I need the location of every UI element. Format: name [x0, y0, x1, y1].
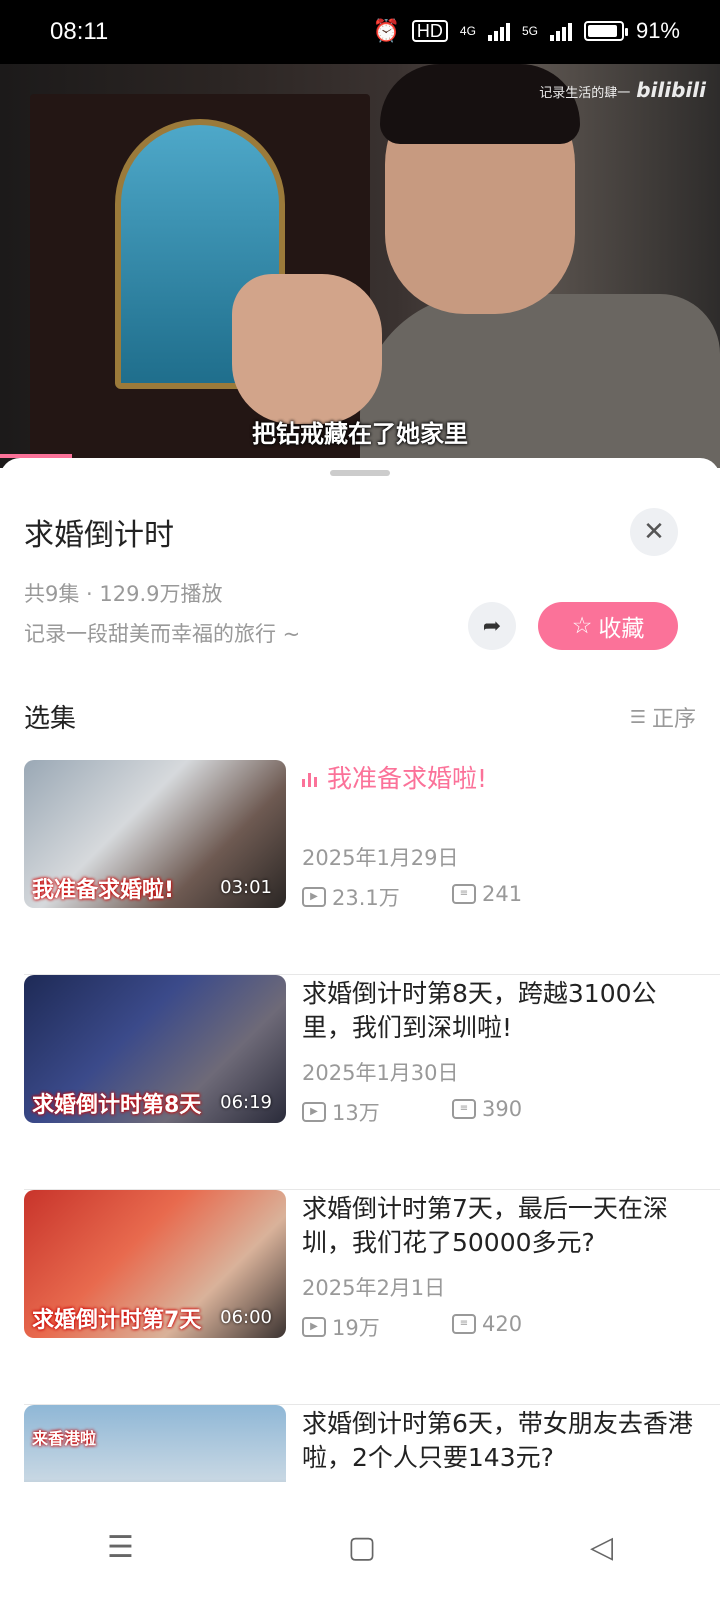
episode-title: 我准备求婚啦! [302, 762, 697, 796]
favorite-button[interactable]: ☆ 收藏 [538, 602, 678, 650]
battery-icon [583, 21, 628, 41]
play-count-icon: ▶ [302, 887, 326, 907]
sort-order-label: 正序 [651, 707, 696, 732]
episode-views: ▶ 13万 [302, 1097, 380, 1127]
video-scene-hair [380, 64, 580, 144]
episode-thumbnail[interactable]: 求婚倒计时第8天 06:19 [24, 975, 286, 1123]
episode-date: 2025年2月1日 [302, 1276, 446, 1300]
signal-4g-icon [487, 21, 510, 41]
system-nav-bar: ☰ ▢ ◁ [0, 1482, 720, 1612]
thumbnail-caption: 来香港啦 [32, 1429, 97, 1448]
collection-description: 记录一段甜美而幸福的旅行 ~ [24, 622, 301, 646]
collection-meta: 共9集 · 129.9万播放 [24, 582, 223, 606]
sheet-drag-handle[interactable] [330, 470, 390, 476]
status-icons: ⏰ HD 4G 5G 91% [373, 18, 680, 44]
episode-section-title: 选集 [24, 704, 77, 734]
episode-duration: 03:01 [220, 877, 272, 898]
episode-comments: ≡ 241 [452, 882, 522, 906]
home-icon[interactable]: ▢ [348, 1530, 376, 1565]
menu-icon[interactable]: ☰ [107, 1530, 134, 1565]
comment-icon: ≡ [452, 1314, 476, 1334]
favorite-label: 收藏 [598, 616, 645, 642]
episode-comments: ≡ 420 [452, 1312, 522, 1336]
video-player[interactable]: 记录生活的肆一 bilibili 把钻戒藏在了她家里 [0, 64, 720, 468]
episode-views: ▶ 23.1万 [302, 882, 400, 912]
alarm-icon: ⏰ [372, 18, 400, 43]
signal-5g-icon [549, 21, 572, 41]
episode-title: 求婚倒计时第6天，带女朋友去香港啦，2个人只要143元? [302, 1409, 693, 1472]
battery-percent: 91% [635, 18, 680, 43]
clock: 08:11 [50, 18, 109, 45]
thumbnail-caption: 求婚倒计时第7天 [32, 1308, 202, 1333]
close-button[interactable]: ✕ [630, 508, 678, 556]
thumbnail-caption: 我准备求婚啦! [32, 878, 175, 903]
close-icon: ✕ [643, 517, 665, 547]
list-item[interactable]: 求婚倒计时第8天 06:19 求婚倒计时第8天，跨越3100公里，我们到深圳啦!… [0, 975, 720, 1190]
thumbnail-caption: 求婚倒计时第8天 [32, 1093, 202, 1118]
list-item[interactable]: 求婚倒计时第7天 06:00 求婚倒计时第7天，最后一天在深圳，我们花了5000… [0, 1190, 720, 1405]
now-playing-icon [302, 771, 317, 787]
comment-icon: ≡ [452, 1099, 476, 1119]
episode-date: 2025年1月29日 [302, 846, 459, 870]
video-watermark: 记录生活的肆一 bilibili [539, 78, 706, 102]
hd-icon: HD [411, 20, 448, 42]
collection-title: 求婚倒计时 [24, 518, 174, 553]
sort-order-button[interactable]: ☰ 正序 [630, 701, 696, 733]
sort-icon: ☰ [629, 706, 646, 728]
episode-date: 2025年1月30日 [302, 1061, 459, 1085]
episode-thumbnail[interactable]: 求婚倒计时第7天 06:00 [24, 1190, 286, 1338]
episode-duration: 06:00 [220, 1307, 272, 1328]
list-item[interactable]: 我准备求婚啦! 03:01 我准备求婚啦! 2025年1月29日 ▶ 23.1万 … [0, 760, 720, 975]
collection-sheet: 求婚倒计时 ✕ 共9集 · 129.9万播放 记录一段甜美而幸福的旅行 ~ ➦ … [0, 458, 720, 1612]
net-5g-label: 5G [521, 24, 538, 38]
video-subtitle: 把钻戒藏在了她家里 [252, 420, 468, 448]
back-icon[interactable]: ◁ [590, 1530, 613, 1565]
episode-views: ▶ 19万 [302, 1312, 380, 1342]
star-icon: ☆ [571, 613, 593, 639]
net-4g-label: 4G [459, 24, 476, 38]
share-icon: ➦ [482, 613, 502, 639]
comment-icon: ≡ [452, 884, 476, 904]
episode-duration: 06:19 [220, 1092, 272, 1113]
status-bar: 08:11 ⏰ HD 4G 5G 91% [0, 0, 720, 64]
episode-comments: ≡ 390 [452, 1097, 522, 1121]
video-scene-hand [232, 274, 382, 424]
play-count-icon: ▶ [302, 1317, 326, 1337]
share-button[interactable]: ➦ [468, 602, 516, 650]
play-count-icon: ▶ [302, 1102, 326, 1122]
episode-title: 求婚倒计时第7天，最后一天在深圳，我们花了50000多元? [302, 1194, 668, 1257]
episode-thumbnail[interactable]: 我准备求婚啦! 03:01 [24, 760, 286, 908]
episode-title: 求婚倒计时第8天，跨越3100公里，我们到深圳啦! [302, 979, 657, 1042]
